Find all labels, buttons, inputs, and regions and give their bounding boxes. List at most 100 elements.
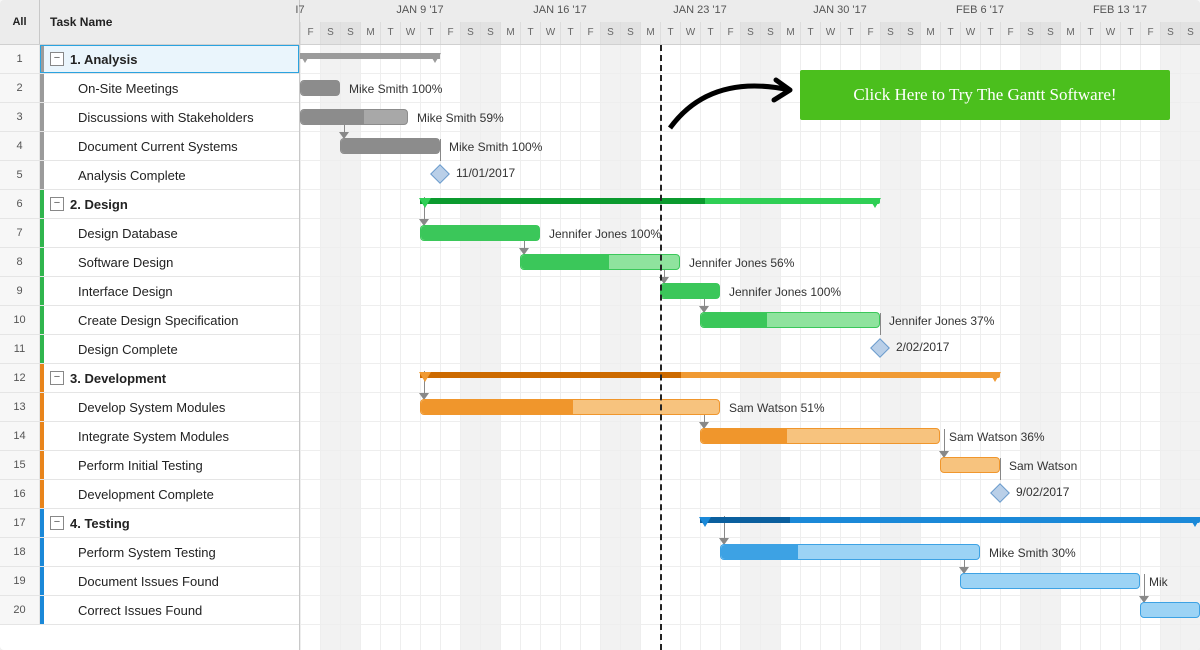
- task-name: Analysis Complete: [78, 168, 186, 183]
- group-color-bar: [40, 509, 44, 537]
- task-row[interactable]: 18Perform System Testing: [0, 538, 299, 567]
- milestone-label: 2/02/2017: [896, 340, 949, 354]
- task-name: Perform System Testing: [78, 545, 216, 560]
- row-main[interactable]: Interface Design: [40, 277, 299, 305]
- row-main[interactable]: −3. Development: [40, 364, 299, 392]
- row-main[interactable]: −4. Testing: [40, 509, 299, 537]
- row-main[interactable]: −1. Analysis: [40, 45, 299, 73]
- task-bar[interactable]: Jennifer Jones 100%: [420, 225, 540, 241]
- task-name: Software Design: [78, 255, 173, 270]
- task-row[interactable]: 11Design Complete: [0, 335, 299, 364]
- bar-label: Mike Smith 30%: [989, 545, 1076, 561]
- row-main[interactable]: Create Design Specification: [40, 306, 299, 334]
- task-row[interactable]: 9 Interface Design: [0, 277, 299, 306]
- row-main[interactable]: Analysis Complete: [40, 161, 299, 189]
- collapse-icon[interactable]: −: [50, 197, 64, 211]
- chart-row: Mik: [300, 567, 1200, 596]
- summary-bar[interactable]: [420, 198, 880, 208]
- column-header-all[interactable]: All: [0, 0, 40, 44]
- day-cell: S: [340, 22, 360, 44]
- task-bar[interactable]: Jennifer Jones 100%: [660, 283, 720, 299]
- task-row[interactable]: 16Development Complete: [0, 480, 299, 509]
- bar-label: Mike Smith 100%: [449, 139, 542, 155]
- cta-button[interactable]: Click Here to Try The Gantt Software!: [800, 70, 1170, 120]
- day-cell: M: [640, 22, 660, 44]
- task-row[interactable]: 6−2. Design: [0, 190, 299, 219]
- row-main[interactable]: −2. Design: [40, 190, 299, 218]
- week-label: JAN 9 '17: [396, 4, 443, 16]
- row-main[interactable]: Software Design: [40, 248, 299, 276]
- milestone-icon[interactable]: [430, 164, 450, 184]
- collapse-icon[interactable]: −: [50, 371, 64, 385]
- task-bar[interactable]: Sam Watson 36%: [700, 428, 940, 444]
- bar-label: Jennifer Jones 100%: [729, 284, 841, 300]
- column-header-taskname[interactable]: Task Name: [40, 0, 299, 44]
- task-row[interactable]: 5Analysis Complete: [0, 161, 299, 190]
- task-name: 4. Testing: [70, 516, 130, 531]
- row-main[interactable]: Document Current Systems: [40, 132, 299, 160]
- task-bar[interactable]: Mike Smith 100%: [340, 138, 440, 154]
- task-row[interactable]: 2On-Site Meetings: [0, 74, 299, 103]
- task-row[interactable]: 20Correct Issues Found: [0, 596, 299, 625]
- chart-row: 9/02/2017: [300, 480, 1200, 509]
- task-bar[interactable]: Sam Watson: [940, 457, 1000, 473]
- task-row[interactable]: 15Perform Initial Testing: [0, 451, 299, 480]
- milestone-icon[interactable]: [870, 338, 890, 358]
- task-bar[interactable]: Jennifer Jones 56%: [520, 254, 680, 270]
- row-main[interactable]: Document Issues Found: [40, 567, 299, 595]
- collapse-icon[interactable]: −: [50, 52, 64, 66]
- task-bar[interactable]: Mike Smith 30%: [720, 544, 980, 560]
- task-name: Correct Issues Found: [78, 603, 202, 618]
- day-cell: F: [1000, 22, 1020, 44]
- task-name: Design Database: [78, 226, 178, 241]
- task-row[interactable]: 17−4. Testing: [0, 509, 299, 538]
- task-name: 2. Design: [70, 197, 128, 212]
- summary-bar[interactable]: [700, 517, 1200, 527]
- day-cell: F: [720, 22, 740, 44]
- task-row[interactable]: 3Discussions with Stakeholders: [0, 103, 299, 132]
- day-cell: S: [760, 22, 780, 44]
- timeline-header[interactable]: I7JAN 9 '17JAN 16 '17JAN 23 '17JAN 30 '1…: [300, 0, 1200, 44]
- row-main[interactable]: Integrate System Modules: [40, 422, 299, 450]
- task-bar[interactable]: [1140, 602, 1200, 618]
- task-row[interactable]: 8Software Design: [0, 248, 299, 277]
- bar-label: Sam Watson 36%: [949, 429, 1045, 445]
- chart-row: Jennifer Jones 56%: [300, 248, 1200, 277]
- task-bar[interactable]: Mike Smith 100%: [300, 80, 340, 96]
- task-name: Development Complete: [78, 487, 214, 502]
- summary-bar[interactable]: [300, 53, 440, 63]
- row-main[interactable]: Design Database: [40, 219, 299, 247]
- task-row[interactable]: 14Integrate System Modules: [0, 422, 299, 451]
- row-main[interactable]: Development Complete: [40, 480, 299, 508]
- task-row[interactable]: 13Develop System Modules: [0, 393, 299, 422]
- row-main[interactable]: Perform Initial Testing: [40, 451, 299, 479]
- row-number: 11: [0, 335, 40, 363]
- row-main[interactable]: On-Site Meetings: [40, 74, 299, 102]
- task-row[interactable]: 1−1. Analysis: [0, 45, 299, 74]
- task-name: Interface Design: [78, 284, 173, 299]
- task-name: Discussions with Stakeholders: [78, 110, 254, 125]
- milestone-icon[interactable]: [990, 483, 1010, 503]
- row-main[interactable]: Design Complete: [40, 335, 299, 363]
- task-row[interactable]: 4Document Current Systems: [0, 132, 299, 161]
- task-row[interactable]: 19Document Issues Found: [0, 567, 299, 596]
- row-main[interactable]: Correct Issues Found: [40, 596, 299, 624]
- task-bar[interactable]: Mik: [960, 573, 1140, 589]
- task-row[interactable]: 10Create Design Specification: [0, 306, 299, 335]
- task-row[interactable]: 12−3. Development: [0, 364, 299, 393]
- task-name: On-Site Meetings: [78, 81, 178, 96]
- task-name: Integrate System Modules: [78, 429, 229, 444]
- row-main[interactable]: Perform System Testing: [40, 538, 299, 566]
- bar-label: Jennifer Jones 56%: [689, 255, 794, 271]
- row-number: 9: [0, 277, 40, 305]
- row-main[interactable]: Discussions with Stakeholders: [40, 103, 299, 131]
- bar-label: Mik: [1149, 574, 1168, 590]
- row-number: 7: [0, 219, 40, 247]
- collapse-icon[interactable]: −: [50, 516, 64, 530]
- task-bar[interactable]: Mike Smith 59%: [300, 109, 408, 125]
- summary-bar[interactable]: [420, 372, 1000, 382]
- task-row[interactable]: 7 Design Database: [0, 219, 299, 248]
- task-bar[interactable]: Jennifer Jones 37%: [700, 312, 880, 328]
- row-main[interactable]: Develop System Modules: [40, 393, 299, 421]
- task-bar[interactable]: Sam Watson 51%: [420, 399, 720, 415]
